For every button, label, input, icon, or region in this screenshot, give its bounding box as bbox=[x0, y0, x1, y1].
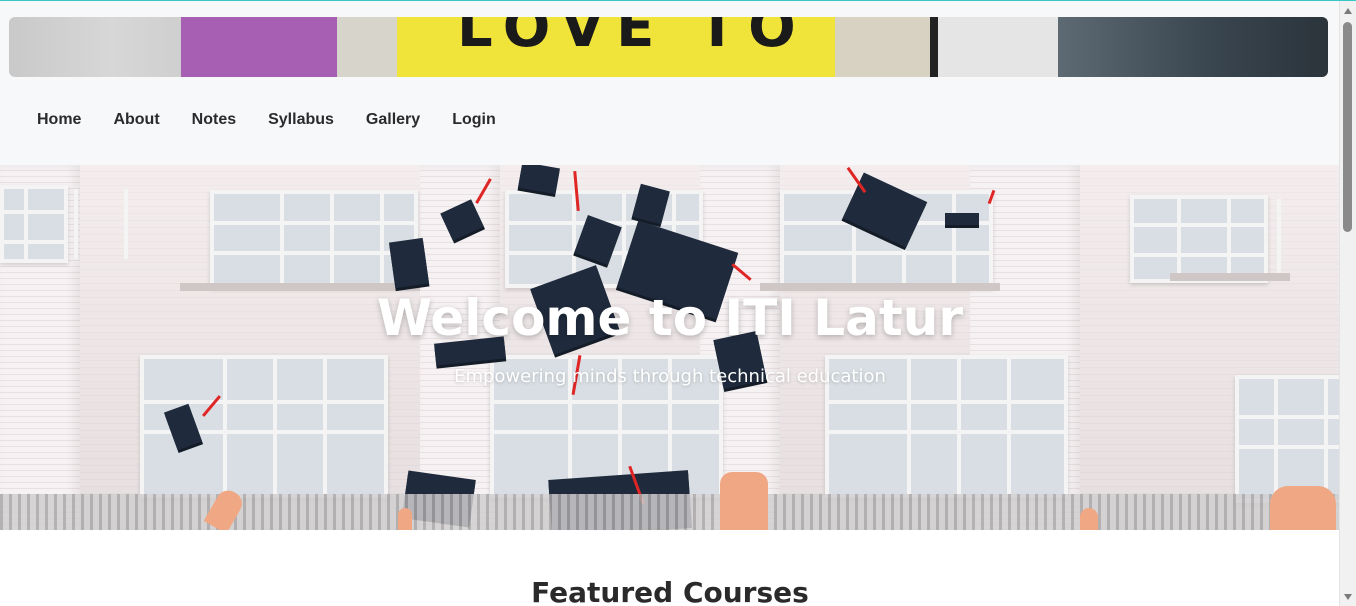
graduation-cap bbox=[945, 213, 979, 225]
banner-segment bbox=[181, 17, 337, 77]
scroll-up-arrow-icon[interactable] bbox=[1344, 8, 1352, 14]
building-balustrade bbox=[0, 494, 1340, 530]
banner-lettering: LOVE TO bbox=[457, 17, 808, 60]
featured-courses-heading: Featured Courses bbox=[531, 576, 809, 606]
hero-subtitle: Empowering minds through technical educa… bbox=[454, 366, 886, 387]
building-window bbox=[210, 190, 418, 288]
vertical-scrollbar[interactable] bbox=[1339, 0, 1356, 606]
page-viewport: LOVE TO Home About Notes Syllabus Galler… bbox=[0, 0, 1340, 606]
scrollbar-thumb[interactable] bbox=[1343, 22, 1352, 232]
header-banner-image: LOVE TO bbox=[9, 17, 1328, 77]
banner-segment bbox=[930, 17, 1058, 77]
window-ledge bbox=[1170, 273, 1290, 281]
raised-hand bbox=[720, 472, 768, 530]
hero-section: Welcome to ITI Latur Empowering minds th… bbox=[0, 165, 1340, 530]
raised-hand bbox=[1080, 508, 1098, 530]
nav-link-about[interactable]: About bbox=[97, 105, 175, 135]
banner-segment: LOVE TO bbox=[397, 17, 835, 77]
banner-segment bbox=[9, 17, 181, 77]
nav-link-notes[interactable]: Notes bbox=[176, 105, 252, 135]
nav-link-gallery[interactable]: Gallery bbox=[350, 105, 436, 135]
nav-link-syllabus[interactable]: Syllabus bbox=[252, 105, 350, 135]
hero-title: Welcome to ITI Latur bbox=[377, 289, 963, 347]
building-window bbox=[1235, 375, 1340, 503]
nav-link-home[interactable]: Home bbox=[21, 105, 97, 135]
banner-segment bbox=[835, 17, 930, 77]
window-frame-border bbox=[0, 0, 1356, 1]
raised-hand bbox=[398, 508, 412, 530]
building-window bbox=[1130, 195, 1268, 283]
building-window bbox=[0, 185, 68, 263]
hero-background-image bbox=[0, 165, 1340, 530]
nav-link-login[interactable]: Login bbox=[436, 105, 512, 135]
scroll-down-arrow-icon[interactable] bbox=[1344, 594, 1352, 600]
banner-segment bbox=[337, 17, 397, 77]
raised-hand bbox=[1270, 486, 1336, 530]
banner-segment bbox=[1058, 17, 1328, 77]
main-nav: Home About Notes Syllabus Gallery Login bbox=[21, 105, 512, 135]
site-header: LOVE TO Home About Notes Syllabus Galler… bbox=[0, 0, 1340, 165]
graduation-cap bbox=[388, 237, 430, 289]
